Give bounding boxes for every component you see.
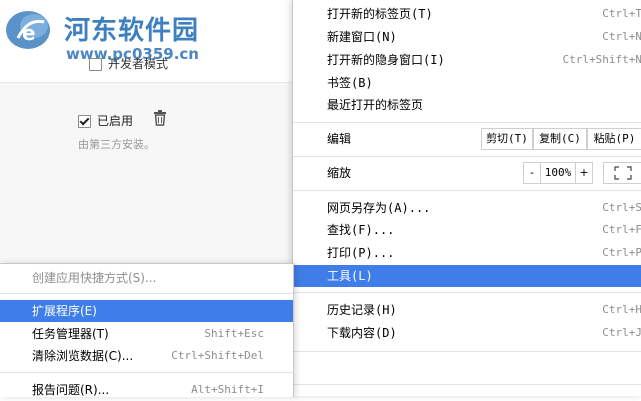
fullscreen-button[interactable] <box>603 162 641 184</box>
menu-separator <box>293 351 641 352</box>
browser-main-menu: 打开新的标签页(T) Ctrl+T 新建窗口(N) Ctrl+N 打开新的隐身窗… <box>292 0 641 396</box>
menu-separator <box>0 372 293 373</box>
extension-enabled-toggle[interactable]: 已启用 <box>78 112 133 129</box>
developer-mode-label: 开发者模式 <box>108 57 168 71</box>
developer-mode-checkbox[interactable] <box>89 58 102 71</box>
submenu-item-report-issue[interactable]: 报告问题(R)... Alt+Shift+I <box>0 379 293 401</box>
menu-item-tools[interactable]: 工具(L) <box>293 265 641 287</box>
menu-item-new-window[interactable]: 新建窗口(N) Ctrl+N <box>293 26 641 48</box>
menu-item-new-tab[interactable]: 打开新的标签页(T) Ctrl+T <box>293 3 641 25</box>
zoom-level: 100% <box>540 162 576 184</box>
menu-item-downloads[interactable]: 下载内容(D) Ctrl+J <box>293 322 641 344</box>
submenu-item-create-app-shortcut[interactable]: 创建应用快捷方式(S)... <box>0 267 293 289</box>
menu-separator <box>293 156 641 157</box>
cut-button[interactable]: 剪切(T) <box>481 128 533 150</box>
trash-icon[interactable] <box>153 110 167 126</box>
tools-submenu: 创建应用快捷方式(S)... 扩展程序(E) 任务管理器(T) Shift+Es… <box>0 263 294 397</box>
menu-separator <box>0 293 293 294</box>
copy-button[interactable]: 复制(C) <box>533 128 587 150</box>
menu-item-save-page-as[interactable]: 网页另存为(A)... Ctrl+S <box>293 197 641 219</box>
menu-separator <box>293 292 641 293</box>
watermark-logo-icon: e <box>4 8 56 52</box>
menu-item-find[interactable]: 查找(F)... Ctrl+F <box>293 219 641 241</box>
extension-enabled-label: 已启用 <box>97 114 133 128</box>
fullscreen-icon <box>614 166 632 180</box>
extension-enabled-checkbox[interactable] <box>78 115 91 128</box>
menu-item-recent-tabs[interactable]: 最近打开的标签页 <box>293 94 641 116</box>
menu-item-new-incognito-window[interactable]: 打开新的隐身窗口(I) Ctrl+Shift+N <box>293 49 641 71</box>
menu-item-bookmarks[interactable]: 书签(B) <box>293 72 641 94</box>
developer-mode-toggle[interactable]: 开发者模式 <box>89 55 168 72</box>
submenu-item-extensions[interactable]: 扩展程序(E) <box>0 300 293 322</box>
zoom-in-button[interactable]: + <box>575 162 593 184</box>
zoom-out-button[interactable]: - <box>523 162 541 184</box>
menu-separator <box>293 384 641 385</box>
watermark-site-name: 河东软件园 <box>64 10 199 47</box>
submenu-item-task-manager[interactable]: 任务管理器(T) Shift+Esc <box>0 323 293 345</box>
menu-item-print[interactable]: 打印(P)... Ctrl+P <box>293 242 641 264</box>
menu-separator <box>293 122 641 123</box>
menu-separator <box>293 190 641 191</box>
paste-button[interactable]: 粘贴(P) <box>587 128 641 150</box>
submenu-item-clear-browsing-data[interactable]: 清除浏览数据(C)... Ctrl+Shift+Del <box>0 345 293 367</box>
menu-item-history[interactable]: 历史记录(H) Ctrl+H <box>293 299 641 321</box>
extension-install-source: 由第三方安装。 <box>78 136 155 152</box>
svg-text:e: e <box>22 21 36 45</box>
